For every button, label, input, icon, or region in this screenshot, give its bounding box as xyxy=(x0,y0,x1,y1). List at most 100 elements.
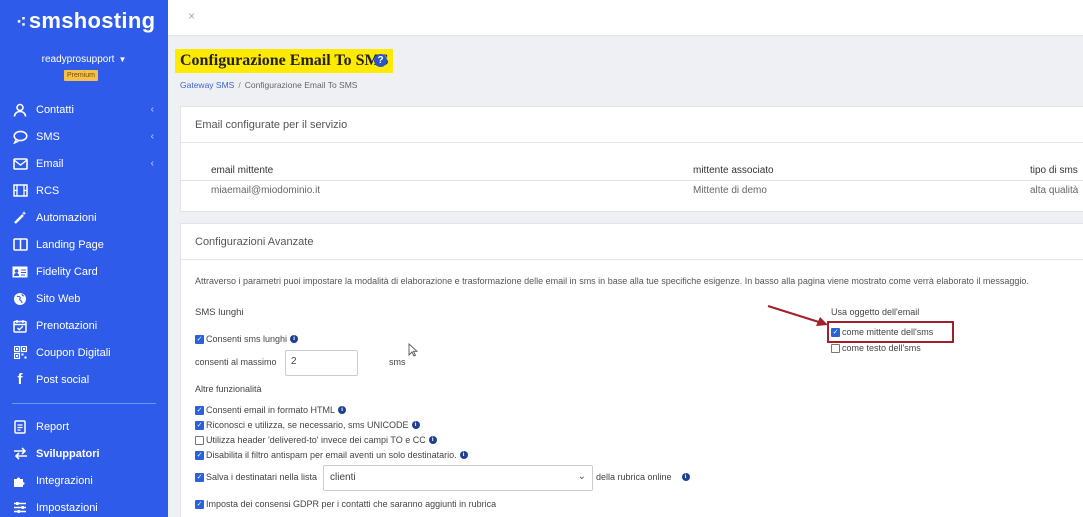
info-icon[interactable]: i xyxy=(290,335,299,343)
magic-wand-icon xyxy=(12,210,28,226)
html-email-checkbox[interactable]: ✓ xyxy=(195,405,204,415)
sidebar-item-email[interactable]: Email ‹ xyxy=(0,150,168,177)
sidebar-item-label: Sviluppatori xyxy=(36,447,100,460)
contact-list-select[interactable]: clienti ⌄ xyxy=(323,465,593,491)
panel-title: Email configurate per il servizio xyxy=(181,107,1083,143)
sidebar-item-coupon-digitali[interactable]: Coupon Digitali xyxy=(0,339,168,366)
facebook-icon: f xyxy=(17,371,23,388)
globe-icon xyxy=(12,291,28,307)
option-label: come testo dell'sms xyxy=(842,343,921,353)
sidebar-item-contatti[interactable]: Contatti ‹ xyxy=(0,96,168,123)
select-value: clienti xyxy=(330,472,356,483)
sidebar-item-label: Impostazioni xyxy=(36,501,98,514)
option-label: Utilizza header 'delivered-to' invece de… xyxy=(206,435,426,445)
max-sms-unit: sms xyxy=(389,357,406,367)
sidebar-item-sito-web[interactable]: Sito Web xyxy=(0,285,168,312)
info-icon[interactable]: i xyxy=(681,473,690,481)
intro-text: Attraverso i parametri puoi impostare la… xyxy=(195,276,1029,286)
table-header: email mittente mittente associato tipo d… xyxy=(181,161,1083,181)
sidebar-item-sms[interactable]: SMS ‹ xyxy=(0,123,168,150)
unicode-checkbox[interactable]: ✓ xyxy=(195,420,204,430)
smshosting-logo[interactable]: ⁖smshosting xyxy=(16,8,155,34)
subject-as-text-checkbox[interactable] xyxy=(831,343,840,353)
sidebar-item-prenotazioni[interactable]: Prenotazioni xyxy=(0,312,168,339)
info-icon[interactable]: i xyxy=(428,436,437,444)
close-icon[interactable]: × xyxy=(188,9,195,23)
sidebar-item-label: SMS xyxy=(36,130,60,143)
sidebar-item-label: Contatti xyxy=(36,103,74,116)
gdpr-checkbox[interactable]: ✓ xyxy=(195,499,204,509)
sender-cell: Mittente di demo xyxy=(693,185,767,196)
gdpr-option[interactable]: ✓ Imposta dei consensi GDPR per i contat… xyxy=(195,499,496,509)
film-icon xyxy=(12,183,28,199)
sidebar-item-label: Fidelity Card xyxy=(36,265,98,278)
sidebar-item-label: Landing Page xyxy=(36,238,104,251)
altre-funzionalita-heading: Altre funzionalità xyxy=(195,384,262,394)
sidebar-item-automazioni[interactable]: Automazioni xyxy=(0,204,168,231)
sliders-icon xyxy=(12,500,28,516)
sidebar-item-sviluppatori[interactable]: Sviluppatori xyxy=(0,440,168,467)
table-row[interactable]: miaemail@miodominio.it Mittente di demo … xyxy=(181,181,1083,201)
plan-badge: Premium xyxy=(64,70,98,81)
sms-type-cell: alta qualità xyxy=(1030,185,1079,196)
sidebar-item-label: Automazioni xyxy=(36,211,97,224)
chevron-left-icon: ‹ xyxy=(150,158,154,169)
allow-long-sms-checkbox[interactable]: ✓ xyxy=(195,334,204,344)
sidebar-item-label: Coupon Digitali xyxy=(36,346,111,359)
save-recipients-option[interactable]: ✓ Salva i destinatari nella lista xyxy=(195,472,317,482)
breadcrumb: Gateway SMS / Configurazione Email To SMS xyxy=(180,80,357,90)
sidebar-item-post-social[interactable]: f Post social xyxy=(0,366,168,393)
sidebar-item-landing-page[interactable]: Landing Page xyxy=(0,231,168,258)
delivered-to-checkbox[interactable] xyxy=(195,435,204,445)
report-icon xyxy=(12,419,28,435)
sidebar-item-report[interactable]: Report xyxy=(0,413,168,440)
panel-title: Configurazioni Avanzate xyxy=(181,224,1083,260)
user-menu[interactable]: readyprosupport ▼ xyxy=(0,54,168,65)
save-recipients-checkbox[interactable]: ✓ xyxy=(195,472,204,482)
sidebar-nav: Contatti ‹ SMS ‹ Email ‹ RCS Automazioni… xyxy=(0,96,168,517)
sidebar-item-label: Prenotazioni xyxy=(36,319,98,332)
max-sms-label: consenti al massimo xyxy=(195,357,277,367)
subject-as-text-option[interactable]: come testo dell'sms xyxy=(831,343,921,353)
allow-long-sms-option[interactable]: ✓ Consenti sms lunghi i xyxy=(195,334,299,344)
option-label: Imposta dei consensi GDPR per i contatti… xyxy=(206,499,497,509)
email-table: email mittente mittente associato tipo d… xyxy=(181,161,1083,201)
info-icon[interactable]: i xyxy=(459,451,468,459)
info-icon[interactable]: i xyxy=(411,421,420,429)
sidebar-item-rcs[interactable]: RCS xyxy=(0,177,168,204)
option-label: Consenti sms lunghi xyxy=(206,334,288,344)
sidebar-item-integrazioni[interactable]: Integrazioni xyxy=(0,467,168,494)
column-header: email mittente xyxy=(211,165,274,176)
sidebar: ⁖smshosting readyprosupport ▼ Premium Con… xyxy=(0,0,168,517)
top-bar: × xyxy=(168,0,1083,36)
delivered-to-option[interactable]: Utilizza header 'delivered-to' invece de… xyxy=(195,435,437,445)
help-icon[interactable]: ? xyxy=(374,54,387,67)
sidebar-item-label: RCS xyxy=(36,184,60,197)
unicode-option[interactable]: ✓ Riconosci e utilizza, se necessario, s… xyxy=(195,420,420,430)
sidebar-item-fidelity-card[interactable]: Fidelity Card xyxy=(0,258,168,285)
id-card-icon xyxy=(12,264,28,280)
breadcrumb-link-gateway-sms[interactable]: Gateway SMS xyxy=(180,80,234,90)
mouse-cursor-icon xyxy=(408,343,418,357)
use-subject-heading: Usa oggetto dell'email xyxy=(831,307,920,317)
list-suffix-label: della rubrica online xyxy=(596,472,672,482)
antispam-checkbox[interactable]: ✓ xyxy=(195,450,204,460)
annotation-highlight-box xyxy=(827,321,954,343)
sidebar-divider xyxy=(12,403,156,404)
qr-code-icon xyxy=(12,345,28,361)
sidebar-item-label: Integrazioni xyxy=(36,474,93,487)
email-cell: miaemail@miodominio.it xyxy=(211,185,321,196)
list-suffix: della rubrica online i xyxy=(596,472,690,482)
envelope-icon xyxy=(12,156,28,172)
max-sms-input[interactable]: 2 xyxy=(285,350,358,376)
logo-text: smshosting xyxy=(28,8,156,33)
column-header: tipo di sms xyxy=(1030,165,1078,176)
info-icon[interactable]: i xyxy=(338,406,347,414)
logo-dots-icon: ⁖ xyxy=(16,12,27,32)
antispam-option[interactable]: ✓ Disabilita il filtro antispam per emai… xyxy=(195,450,468,460)
html-email-option[interactable]: ✓ Consenti email in formato HTML i xyxy=(195,405,347,415)
sidebar-item-impostazioni[interactable]: Impostazioni xyxy=(0,494,168,517)
sidebar-item-label: Email xyxy=(36,157,64,170)
option-label: Riconosci e utilizza, se necessario, sms… xyxy=(206,420,409,430)
column-header: mittente associato xyxy=(693,165,774,176)
